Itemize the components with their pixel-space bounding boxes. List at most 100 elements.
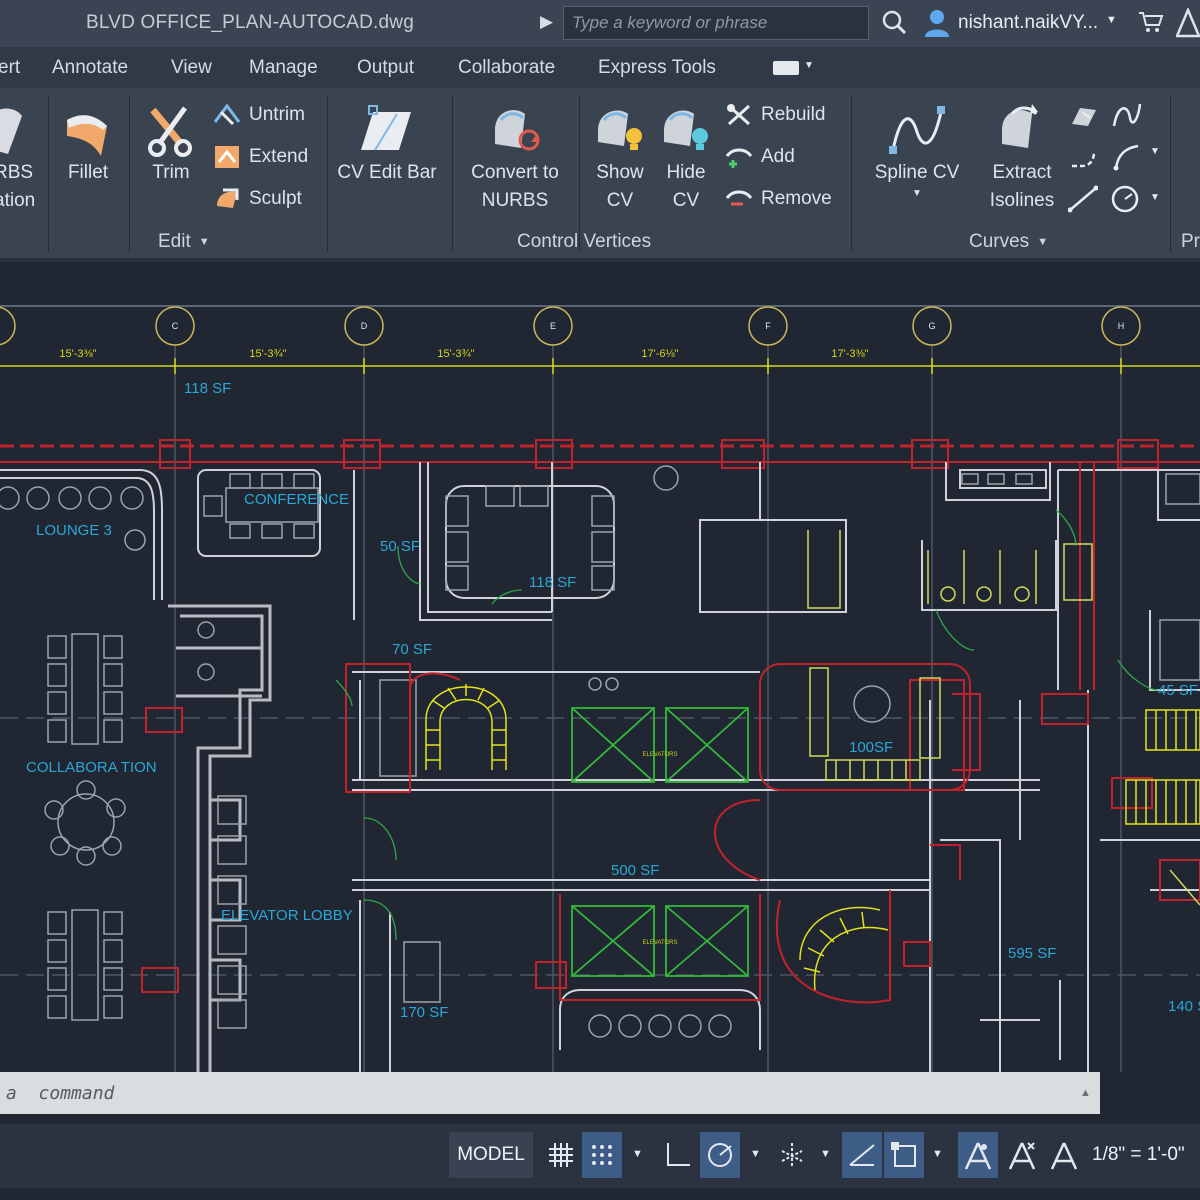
tab-collaborate[interactable]: Collaborate (458, 57, 555, 79)
hide-cv-button[interactable]: Hide CV (654, 96, 718, 215)
drawing-canvas[interactable]: C D E F G H 15'-3⅜" 15'-3¾" 15'-3¾" 17'-… (0, 262, 1200, 1072)
room-label: 70 SF (392, 641, 432, 658)
grid-icon (549, 1143, 573, 1167)
chevron-down-icon[interactable]: ▼ (750, 1148, 761, 1160)
room-label: 595 SF (1008, 945, 1056, 962)
auto-scale-button[interactable] (1002, 1132, 1042, 1178)
panel-title-curves[interactable]: Curves ▼ (969, 231, 1048, 253)
panel-title-control-vertices[interactable]: Control Vertices (517, 231, 651, 253)
tab-view[interactable]: View (171, 57, 212, 79)
search-input[interactable] (564, 7, 868, 39)
grid-bubble-label: C (172, 321, 179, 331)
cv-edit-bar-button[interactable]: CV Edit Bar (335, 96, 439, 187)
search-icon[interactable] (881, 9, 907, 40)
chevron-down-icon: ▼ (198, 236, 210, 248)
chevron-down-icon[interactable]: ▼ (932, 1148, 943, 1160)
convert-to-nurbs-button[interactable]: Convert to NURBS (462, 96, 568, 215)
interior-walls (0, 462, 1200, 1072)
chevron-down-icon[interactable]: ▼ (1150, 192, 1160, 203)
command-line[interactable] (0, 1072, 1100, 1114)
chevron-down-icon[interactable]: ▼ (820, 1148, 831, 1160)
object-snap-button[interactable] (884, 1132, 924, 1178)
tab-insert[interactable]: ert (0, 57, 20, 79)
tab-overflow-button[interactable] (773, 61, 799, 75)
room-label: LOUNGE 3 (36, 522, 112, 539)
ortho-button[interactable] (658, 1132, 698, 1178)
extend-button[interactable]: Extend (213, 144, 308, 170)
chevron-down-icon[interactable]: ▼ (804, 60, 814, 71)
grid-bubble (0, 306, 16, 346)
chevron-down-icon[interactable]: ▼ (1150, 146, 1160, 157)
tab-output[interactable]: Output (357, 57, 414, 79)
dimension-text: 17'-3⅜" (831, 348, 868, 360)
polar-tracking-icon (708, 1143, 732, 1167)
add-cv-button[interactable]: Add (725, 144, 795, 170)
sculpt-icon (217, 188, 239, 208)
spline-cv-button[interactable]: Spline CV ▼ (864, 96, 970, 201)
show-cv-icon (598, 110, 642, 150)
extract-isolines-button[interactable]: Extract Isolines (976, 96, 1068, 215)
untrim-button[interactable]: Untrim (213, 102, 305, 128)
chevron-down-icon: ▼ (1037, 236, 1049, 248)
stairs (425, 684, 1200, 991)
annotation-visibility-button[interactable] (958, 1132, 998, 1178)
show-cv-button[interactable]: Show CV (588, 96, 652, 215)
arc-icon[interactable] (1112, 142, 1142, 177)
chevron-up-icon[interactable]: ▲ (1080, 1087, 1091, 1099)
grid-bubble-label: H (1118, 321, 1125, 331)
grid-bubble-label: G (928, 321, 935, 331)
user-icon[interactable] (924, 8, 950, 43)
room-label: 50 SF (380, 538, 420, 555)
grid-display-button[interactable] (541, 1132, 581, 1178)
panel-title-partial-right[interactable]: Pr (1181, 231, 1200, 253)
tab-manage[interactable]: Manage (249, 57, 318, 79)
circle-icon[interactable] (1110, 184, 1140, 219)
line-icon[interactable] (1067, 184, 1099, 219)
offset-curve-icon[interactable] (1068, 142, 1098, 177)
spline-cv-icon (889, 106, 945, 154)
panel-title-edit[interactable]: Edit ▼ (158, 231, 210, 253)
snap-mode-button[interactable] (582, 1132, 622, 1178)
ribbon-tab-bar: ert Annotate View Manage Output Collabor… (0, 47, 1200, 88)
username-label[interactable]: nishant.naikVY... (958, 12, 1098, 34)
cart-icon[interactable] (1138, 10, 1164, 39)
nurbs-creation-button[interactable]: RBS ation (0, 96, 44, 215)
title-bar: BLVD OFFICE_PLAN-AUTOCAD.dwg ▶ nishant.n… (0, 0, 1200, 47)
remove-cv-button[interactable]: Remove (725, 186, 832, 212)
chevron-right-icon[interactable]: ▶ (540, 12, 553, 32)
grid-bubble-label: F (765, 321, 771, 331)
sculpt-button[interactable]: Sculpt (213, 186, 302, 212)
room-label: 500 SF (611, 862, 659, 879)
snap-tracking-icon (849, 1144, 875, 1166)
annotation-scale-button[interactable] (1044, 1132, 1084, 1178)
rebuild-icon (727, 104, 751, 126)
chevron-down-icon[interactable]: ▼ (864, 187, 970, 201)
annotation-scale-value[interactable]: 1/8" = 1'-0" (1092, 1144, 1185, 1166)
chevron-down-icon[interactable]: ▼ (1106, 14, 1117, 26)
freehand-curve-icon[interactable] (1112, 100, 1142, 135)
tab-annotate[interactable]: Annotate (52, 57, 128, 79)
rebuild-button[interactable]: Rebuild (725, 102, 825, 128)
untrim-icon (213, 103, 241, 126)
tab-express-tools[interactable]: Express Tools (598, 57, 716, 79)
ortho-icon (667, 1143, 690, 1166)
command-input[interactable] (0, 1072, 1100, 1114)
room-label: 100SF (849, 739, 893, 756)
isometric-button[interactable] (772, 1132, 812, 1178)
remove-cv-icon (725, 190, 753, 206)
room-label: 118 SF (184, 380, 231, 397)
help-icon[interactable] (1175, 6, 1200, 43)
chevron-down-icon[interactable]: ▼ (632, 1148, 643, 1160)
room-label: 170 SF (400, 1004, 448, 1021)
document-title: BLVD OFFICE_PLAN-AUTOCAD.dwg (86, 12, 414, 33)
room-label: 118 SF (529, 574, 576, 591)
model-space-button[interactable]: MODEL (449, 1132, 533, 1178)
search-box[interactable] (563, 6, 869, 40)
fillet-icon (67, 115, 107, 156)
object-snap-tracking-button[interactable] (842, 1132, 882, 1178)
fillet-button[interactable]: Fillet (58, 96, 118, 187)
polar-tracking-button[interactable] (700, 1132, 740, 1178)
trim-button[interactable]: Trim (140, 96, 202, 187)
elevator-label: ELEVATORS (642, 940, 677, 946)
surface-curve-icon[interactable] (1068, 102, 1098, 135)
